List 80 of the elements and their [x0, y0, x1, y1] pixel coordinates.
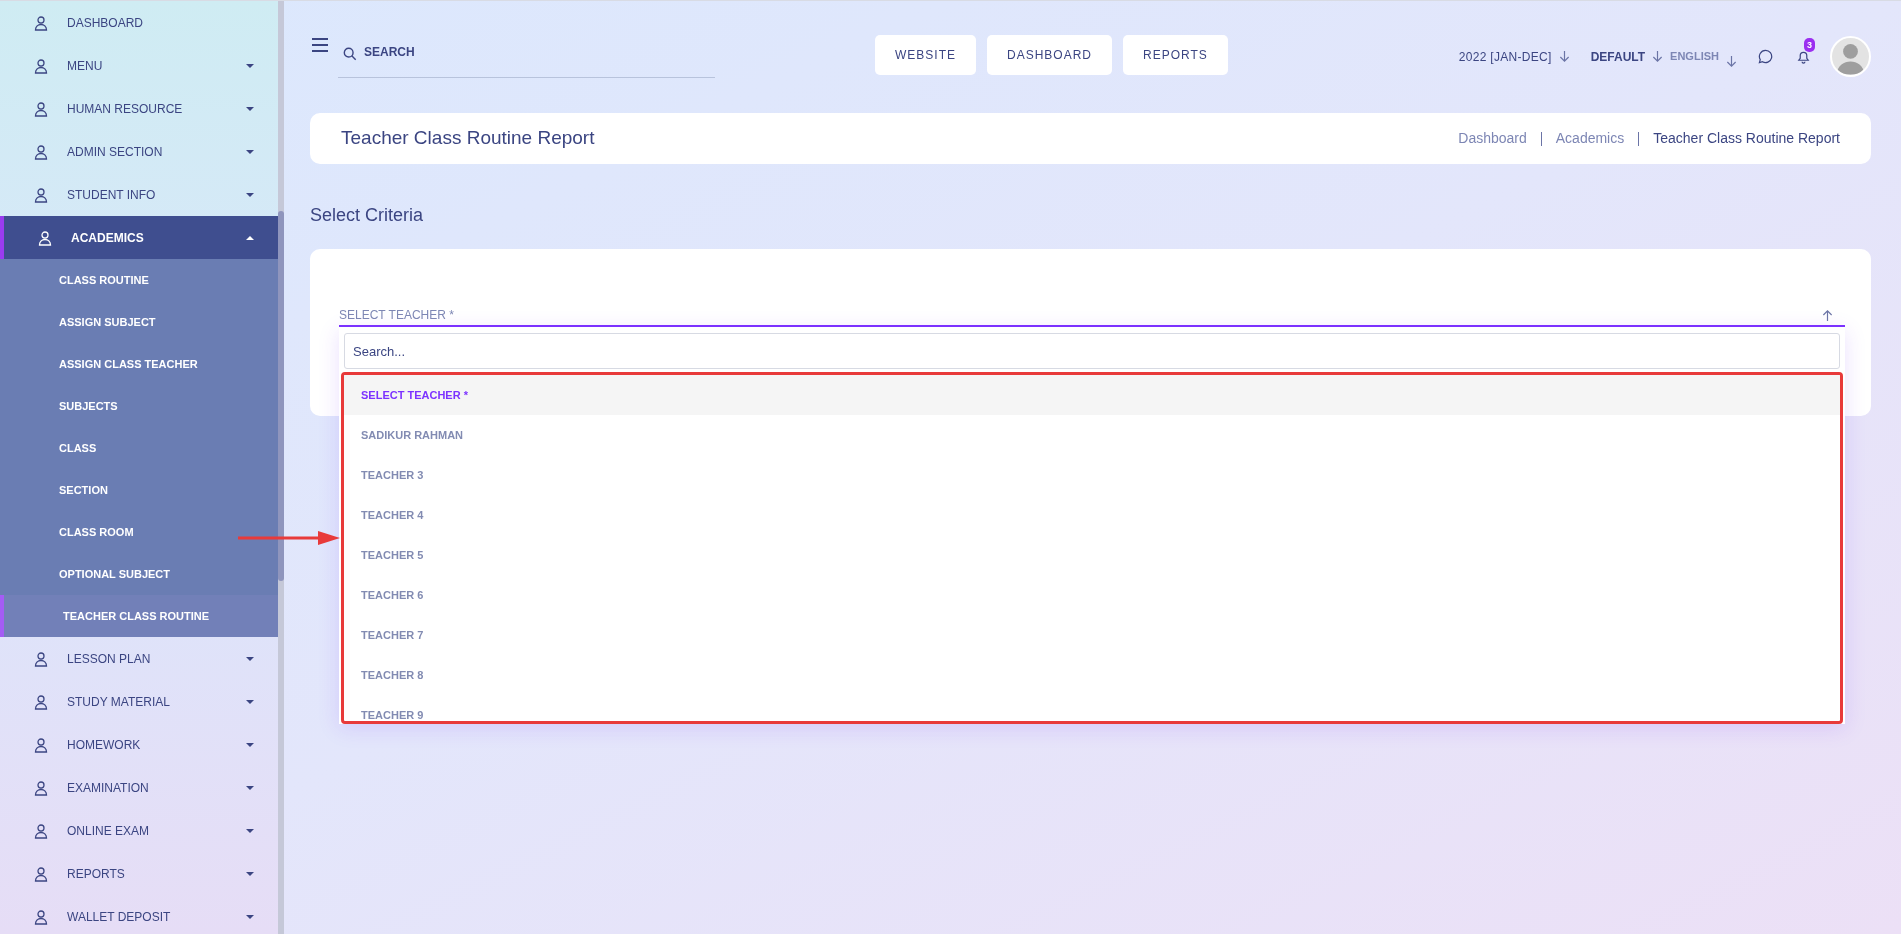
person-icon — [33, 693, 49, 710]
person-icon — [33, 57, 49, 74]
dropdown-option[interactable]: TEACHER 6 — [344, 575, 1840, 615]
dropdown-option[interactable]: TEACHER 7 — [344, 615, 1840, 655]
down-arrow-icon — [1726, 55, 1737, 68]
caret-down-icon — [245, 912, 255, 921]
submenu-item[interactable]: CLASS ROOM — [0, 511, 278, 553]
breadcrumb-link[interactable]: Academics — [1555, 128, 1625, 149]
sidebar-item[interactable]: ACADEMICS — [0, 216, 278, 259]
nav-button[interactable]: DASHBOARD — [987, 35, 1113, 75]
submenu-item[interactable]: TEACHER CLASS ROUTINE — [0, 595, 278, 637]
dropdown-option[interactable]: TEACHER 8 — [344, 655, 1840, 695]
sidebar-item[interactable]: DASHBOARD — [0, 1, 278, 44]
dropdown-option[interactable]: TEACHER 4 — [344, 495, 1840, 535]
submenu-item[interactable]: CLASS — [0, 427, 278, 469]
sidebar-item[interactable]: STUDY MATERIAL — [0, 680, 278, 723]
search-icon — [343, 47, 357, 61]
nav-button[interactable]: REPORTS — [1123, 35, 1228, 75]
section-heading: Select Criteria — [310, 204, 425, 227]
up-arrow-icon — [1822, 308, 1833, 322]
sidebar-item[interactable]: MENU — [0, 44, 278, 87]
caret-down-icon — [245, 783, 255, 792]
chat-bubble-icon[interactable] — [1758, 49, 1773, 64]
sidebar-item[interactable]: STUDENT INFO — [0, 173, 278, 216]
submenu-item[interactable]: CLASS ROUTINE — [0, 259, 278, 301]
dropdown-option[interactable]: SADIKUR RAHMAN — [344, 415, 1840, 455]
dropdown-option[interactable]: TEACHER 5 — [344, 535, 1840, 575]
caret-down-icon — [245, 869, 255, 878]
caret-down-icon — [245, 61, 255, 70]
caret-down-icon — [245, 654, 255, 663]
bell-icon[interactable] — [1796, 49, 1811, 64]
person-icon — [33, 736, 49, 753]
menu-icon[interactable] — [310, 35, 330, 55]
sidebar-item[interactable]: ONLINE EXAM — [0, 809, 278, 852]
person-icon — [33, 650, 49, 667]
caret-down-icon — [245, 104, 255, 113]
notification-count: 3 — [1804, 38, 1815, 52]
caret-down-icon — [245, 826, 255, 835]
dropdown-option[interactable]: TEACHER 3 — [344, 455, 1840, 495]
submenu-item[interactable]: SECTION — [0, 469, 278, 511]
person-icon — [33, 865, 49, 882]
person-icon — [33, 822, 49, 839]
down-arrow-icon — [1652, 50, 1664, 63]
person-icon — [33, 186, 49, 203]
down-arrow-icon — [1558, 50, 1570, 63]
session-dropdown[interactable]: 2022 [JAN-DEC] — [1458, 47, 1552, 66]
sidebar-item[interactable]: REPORTS — [0, 852, 278, 895]
person-icon — [33, 779, 49, 796]
sidebar-item[interactable]: LESSON PLAN — [0, 637, 278, 680]
breadcrumb-link[interactable]: Teacher Class Routine Report — [1653, 128, 1840, 149]
person-icon — [37, 229, 53, 246]
page-title: Teacher Class Routine Report — [341, 126, 595, 151]
search-field[interactable]: SEARCH — [338, 31, 715, 78]
dropdown-option[interactable]: TEACHER 9 — [344, 695, 1840, 721]
person-icon — [33, 100, 49, 117]
breadcrumb-link[interactable]: Dashboard — [1458, 128, 1527, 149]
sidebar-item[interactable]: ADMIN SECTION — [0, 130, 278, 173]
caret-down-icon — [245, 740, 255, 749]
sidebar-item[interactable]: HUMAN RESOURCE — [0, 87, 278, 130]
scrollbar[interactable] — [278, 1, 284, 934]
sidebar-item[interactable]: EXAMINATION — [0, 766, 278, 809]
person-icon — [33, 908, 49, 925]
caret-up-icon — [245, 233, 255, 242]
dropdown-option[interactable]: SELECT TEACHER * — [344, 375, 1840, 415]
sidebar-item[interactable]: WALLET DEPOSIT — [0, 895, 278, 934]
person-icon — [33, 143, 49, 160]
style-dropdown[interactable]: DEFAULT — [1590, 47, 1646, 66]
language-dropdown[interactable]: ENGLISH — [1670, 48, 1719, 65]
avatar[interactable] — [1830, 36, 1871, 77]
person-icon — [33, 14, 49, 31]
caret-down-icon — [245, 147, 255, 156]
caret-down-icon — [245, 190, 255, 199]
submenu-item[interactable]: OPTIONAL SUBJECT — [0, 553, 278, 595]
submenu-item[interactable]: ASSIGN CLASS TEACHER — [0, 343, 278, 385]
nav-button[interactable]: WEBSITE — [875, 35, 976, 75]
dropdown-search-field[interactable]: Search... — [344, 333, 1840, 369]
submenu-item[interactable]: ASSIGN SUBJECT — [0, 301, 278, 343]
sidebar-item[interactable]: HOMEWORK — [0, 723, 278, 766]
caret-down-icon — [245, 697, 255, 706]
submenu-item[interactable]: SUBJECTS — [0, 385, 278, 427]
